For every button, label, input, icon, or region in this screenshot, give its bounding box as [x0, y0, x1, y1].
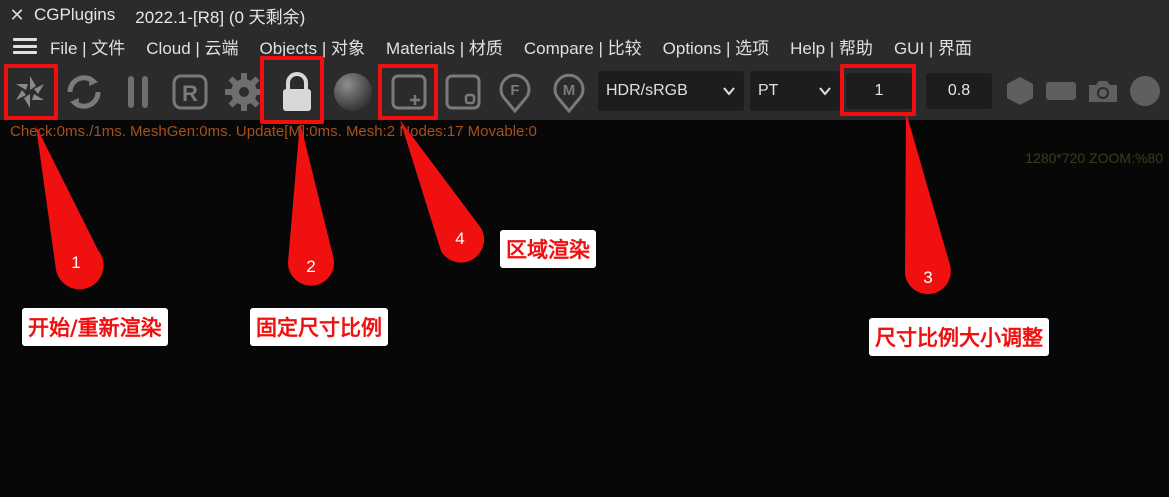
annotation-label-2: 固定尺寸比例: [250, 308, 388, 346]
callout-number-1: 1: [71, 253, 81, 272]
callout-number-3: 3: [923, 268, 933, 287]
annotation-label-1: 开始/重新渲染: [22, 308, 168, 346]
annotation-label-4: 区域渲染: [500, 230, 596, 268]
callout-pointer-3: [905, 112, 951, 295]
callout-number-2: 2: [306, 257, 316, 276]
callout-number-4: 4: [455, 229, 465, 248]
annotation-label-3: 尺寸比例大小调整: [869, 318, 1049, 356]
